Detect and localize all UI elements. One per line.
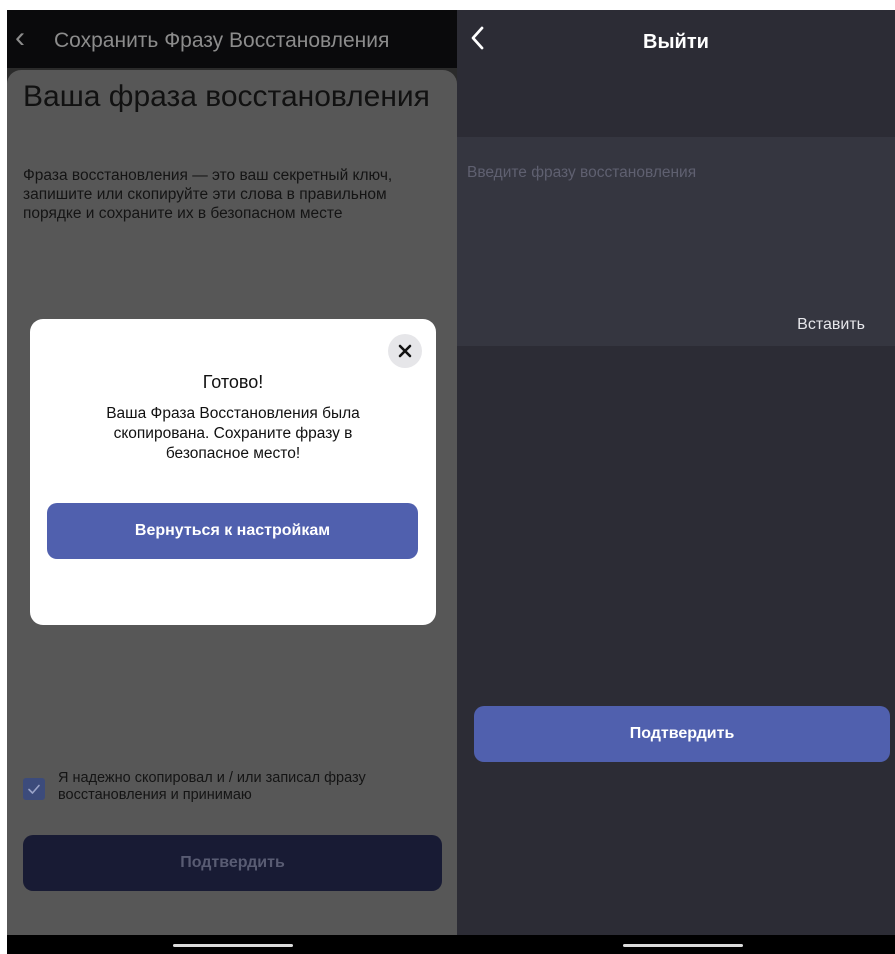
left-confirm-button[interactable]: Подтвердить [23, 835, 442, 891]
page-heading: Ваша фраза восстановления [23, 80, 430, 113]
right-confirm-button[interactable]: Подтвердить [474, 706, 890, 762]
system-nav-bar [7, 935, 895, 954]
dialog-message: Ваша Фраза Восстановления была скопирова… [106, 405, 360, 462]
left-header-title: Сохранить Фразу Восстановления [54, 29, 390, 52]
close-icon [398, 344, 412, 358]
right-header: Выйти [457, 10, 895, 70]
paste-button[interactable]: Вставить [797, 316, 865, 334]
logout-screen: Выйти Вставить Подтвердить [457, 10, 895, 935]
home-indicator[interactable] [173, 944, 293, 947]
page-description: Фраза восстановления — это ваш секретный… [23, 167, 393, 222]
dialog-title: Готово! [202, 372, 264, 392]
home-indicator[interactable] [623, 944, 743, 947]
chevron-left-icon[interactable]: ‹ [15, 23, 25, 53]
copied-dialog: Готово! Ваша Фраза Восстановления была с… [30, 319, 436, 625]
left-header: ‹ Сохранить Фразу Восстановления [7, 10, 457, 68]
dialog-close-button[interactable] [388, 334, 422, 368]
back-to-settings-button[interactable]: Вернуться к настройкам [47, 503, 418, 559]
consent-label: Я надежно скопировал и / или записал фра… [58, 770, 366, 803]
phrase-input-area[interactable]: Вставить [457, 137, 895, 346]
consent-checkbox[interactable] [23, 778, 45, 800]
screen: ‹ Сохранить Фразу Восстановления Ваша фр… [0, 0, 895, 954]
phrase-input[interactable] [467, 158, 887, 188]
checkmark-icon [28, 784, 40, 794]
right-header-title: Выйти [643, 31, 709, 53]
